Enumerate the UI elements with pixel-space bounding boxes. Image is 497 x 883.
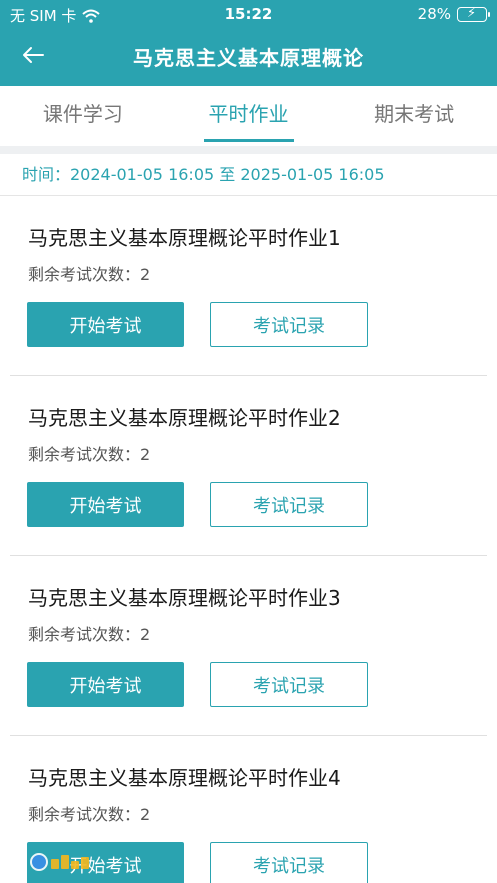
assignment-card: 马克思主义基本原理概论平时作业1 剩余考试次数：2 开始考试 考试记录	[0, 196, 497, 376]
status-right: 28% ⚡	[417, 5, 490, 23]
battery-icon: ⚡	[457, 5, 490, 22]
charging-bolt-icon: ⚡	[467, 5, 477, 21]
start-exam-button[interactable]: 开始考试	[27, 482, 184, 527]
remaining-attempts: 剩余考试次数：2	[28, 805, 151, 824]
watermark-bars-icon	[51, 855, 89, 869]
start-exam-button[interactable]: 开始考试	[27, 662, 184, 707]
watermark-logo	[30, 848, 126, 876]
assignment-title: 马克思主义基本原理概论平时作业1	[28, 226, 341, 250]
section-divider	[0, 146, 497, 154]
exam-record-button[interactable]: 考试记录	[210, 482, 368, 527]
remaining-attempts: 剩余考试次数：2	[28, 445, 151, 464]
assignment-title: 马克思主义基本原理概论平时作业4	[28, 766, 341, 790]
start-exam-button[interactable]: 开始考试	[27, 302, 184, 347]
time-range: 时间：2024-01-05 16:05 至 2025-01-05 16:05	[0, 154, 497, 196]
exam-record-button[interactable]: 考试记录	[210, 842, 368, 883]
exam-record-button[interactable]: 考试记录	[210, 302, 368, 347]
assignment-list: 马克思主义基本原理概论平时作业1 剩余考试次数：2 开始考试 考试记录 马克思主…	[0, 196, 497, 883]
tab-homework[interactable]: 平时作业	[166, 86, 332, 146]
assignment-title: 马克思主义基本原理概论平时作业3	[28, 586, 341, 610]
battery-percent: 28%	[417, 5, 451, 23]
status-bar: 无 SIM 卡 15:22 28% ⚡	[0, 0, 497, 30]
page-title: 马克思主义基本原理概论	[133, 46, 364, 70]
tab-bar: 课件学习 平时作业 期末考试	[0, 86, 497, 146]
remaining-attempts: 剩余考试次数：2	[28, 265, 151, 284]
assignment-title: 马克思主义基本原理概论平时作业2	[28, 406, 341, 430]
assignment-card: 马克思主义基本原理概论平时作业2 剩余考试次数：2 开始考试 考试记录	[0, 376, 497, 556]
tab-final-exam[interactable]: 期末考试	[331, 86, 497, 146]
exam-record-button[interactable]: 考试记录	[210, 662, 368, 707]
assignment-card: 马克思主义基本原理概论平时作业3 剩余考试次数：2 开始考试 考试记录	[0, 556, 497, 736]
remaining-attempts: 剩余考试次数：2	[28, 625, 151, 644]
app-header: 无 SIM 卡 15:22 28% ⚡ 马克思主义基本原理概论	[0, 0, 497, 86]
tab-courseware[interactable]: 课件学习	[0, 86, 166, 146]
watermark-circle-icon	[30, 853, 48, 871]
